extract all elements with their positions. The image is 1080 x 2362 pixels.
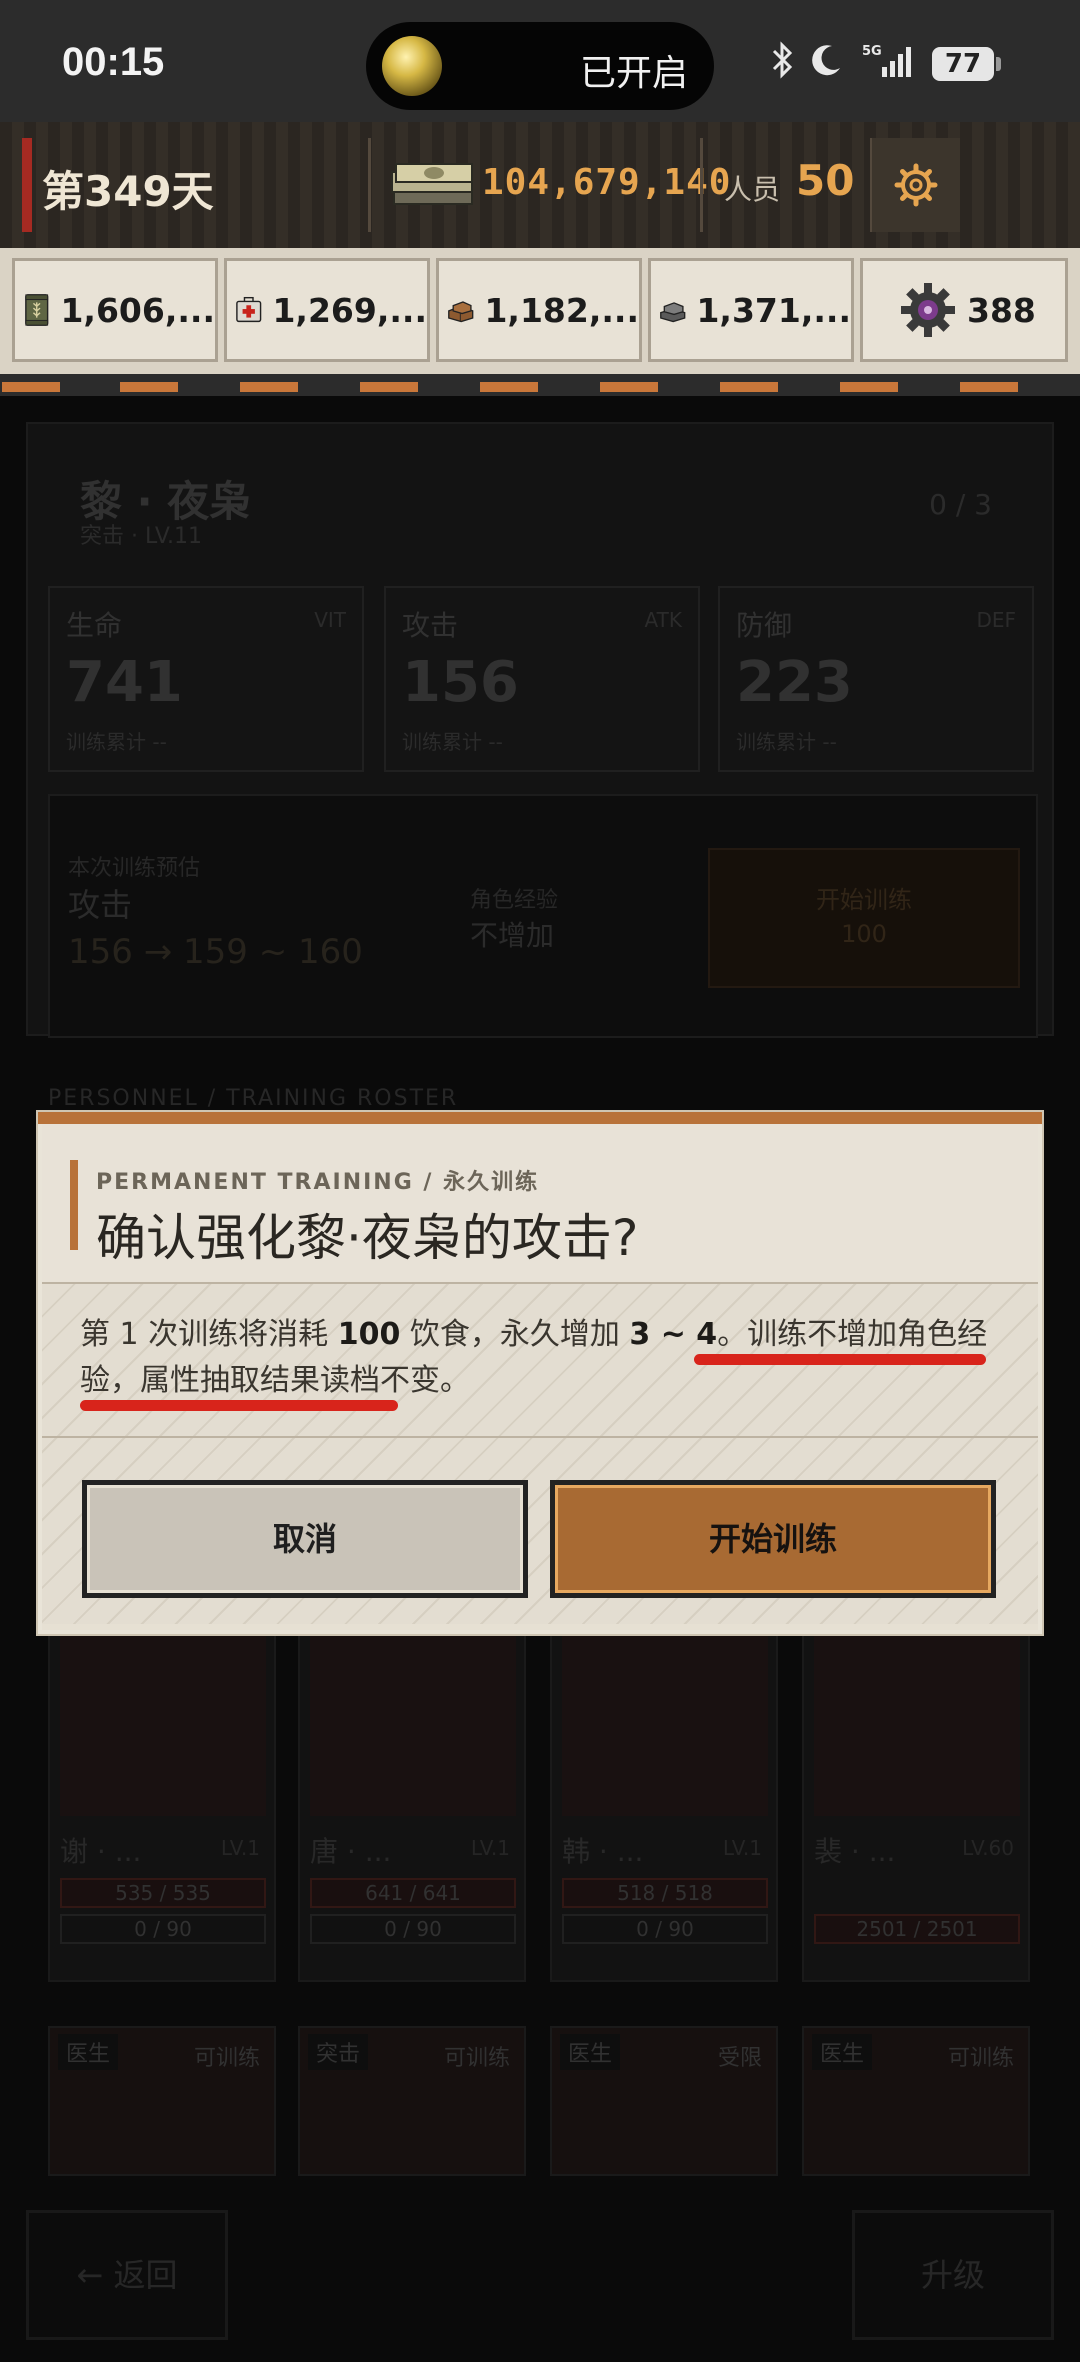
roster-card: 唐 · ... LV.1 641 / 641 0 / 90: [298, 1612, 526, 1982]
roster-card: 医生 可训练: [802, 2026, 1030, 2176]
character-portrait: [60, 1620, 266, 1816]
character-portrait: [814, 1620, 1020, 1816]
dialog-title: 确认强化黎·夜枭的攻击?: [96, 1209, 639, 1267]
gain-range: 3 ~ 4: [629, 1317, 718, 1352]
svg-text:5G: 5G: [862, 44, 882, 59]
status-bar: 00:15 已开启 5G 77: [0, 0, 1080, 122]
dialog-kicker: PERMANENT TRAINING / 永久训练: [96, 1170, 540, 1195]
back-button: ← 返回: [26, 2210, 228, 2340]
character-class-level: 突击 · LV.11: [80, 524, 203, 549]
roster-header: PERSONNEL / TRAINING ROSTER: [48, 1086, 459, 1111]
dialog-top-accent: [38, 1112, 1042, 1124]
resource-medicine-value: 1,269,...: [272, 290, 427, 330]
roster-card: 医生 可训练: [48, 2026, 276, 2176]
settings-button[interactable]: [870, 138, 960, 232]
red-underline-annotation: [80, 1400, 398, 1411]
game-top-bar: 第349天 104,679,140 人员 50: [0, 122, 1080, 248]
roster-card: 谢 · ... LV.1 535 / 535 0 / 90: [48, 1612, 276, 1982]
resource-parts-value: 388: [967, 290, 1036, 330]
resource-metal[interactable]: 1,371,...: [648, 258, 854, 362]
character-portrait: [562, 1620, 768, 1816]
divider: [368, 138, 371, 232]
resource-wood-value: 1,182,...: [484, 290, 639, 330]
metal-icon: [660, 302, 686, 323]
money-value: 104,679,140: [482, 162, 732, 203]
confirm-training-dialog: PERMANENT TRAINING / 永久训练 确认强化黎·夜枭的攻击? 第…: [38, 1112, 1042, 1634]
start-training-button[interactable]: 开始训练: [550, 1480, 996, 1598]
wood-icon: [448, 301, 474, 323]
medkit-icon: [236, 296, 262, 323]
cost-value: 100: [337, 1317, 401, 1352]
character-card: 黎 · 夜枭 突击 · LV.11 0 / 3 生命 VIT 741 训练累计 …: [26, 422, 1054, 1038]
resource-wood[interactable]: 1,182,...: [436, 258, 642, 362]
roster-card: 医生 受限: [550, 2026, 778, 2176]
flashlight-icon: [382, 36, 442, 96]
gear-icon: [894, 163, 938, 207]
stat-hp: 生命 VIT 741 训练累计 --: [48, 586, 364, 772]
training-progress: 0 / 3: [929, 488, 992, 521]
dynamic-island[interactable]: 已开启: [366, 22, 714, 110]
staff-label: 人员: [724, 173, 781, 206]
bg-start-training-button: 开始训练 100: [708, 848, 1020, 988]
status-icons: 5G 77: [770, 40, 1001, 88]
arrow-left-icon: ←: [76, 2256, 114, 2294]
food-can-icon: [25, 294, 49, 326]
day-accent-bar: [22, 138, 32, 232]
divider: [700, 138, 703, 232]
roster-card: 裴 · ... LV.60 2501 / 2501: [802, 1612, 1030, 1982]
stat-defense: 防御 DEF 223 训练累计 --: [718, 586, 1034, 772]
island-status: 已开启: [579, 53, 688, 94]
battery-icon: 77: [932, 47, 1001, 81]
red-underline-annotation: [694, 1354, 986, 1365]
gear-part-icon: [901, 283, 955, 337]
bluetooth-icon: [770, 40, 794, 88]
dialog-body: 第 1 次训练将消耗 100 饮食，永久增加 3 ~ 4。训练不增加角色经验，属…: [42, 1284, 1038, 1624]
resource-metal-value: 1,371,...: [696, 290, 851, 330]
signal-5g-icon: 5G: [858, 41, 918, 88]
dialog-header: PERMANENT TRAINING / 永久训练 确认强化黎·夜枭的攻击?: [42, 1124, 1038, 1284]
status-time: 00:15: [62, 40, 165, 84]
resource-medicine[interactable]: 1,269,...: [224, 258, 430, 362]
stat-attack: 攻击 ATK 156 训练累计 --: [384, 586, 700, 772]
resource-food[interactable]: 1,606,...: [12, 258, 218, 362]
roster-card: 韩 · ... LV.1 518 / 518 0 / 90: [550, 1612, 778, 1982]
staff-count: 50: [796, 156, 855, 205]
battery-level: 77: [932, 47, 994, 81]
roster-card: 突击 可训练: [298, 2026, 526, 2176]
resource-food-value: 1,606,...: [60, 290, 215, 330]
cash-stack-icon: [391, 163, 473, 205]
hazard-stripe: [0, 374, 1080, 396]
day-counter: 第349天: [42, 167, 214, 216]
resource-bar: 1,606,... 1,269,... 1,182,... 1,371,...: [0, 248, 1080, 374]
character-portrait: [310, 1620, 516, 1816]
upgrade-button: 升级: [852, 2210, 1054, 2340]
title-accent-bar: [70, 1160, 78, 1250]
resource-parts[interactable]: 388: [860, 258, 1068, 362]
moon-icon: [808, 42, 844, 87]
training-preview-panel: 本次训练预估 攻击 156 → 159 ~ 160 角色经验 不增加 开始训练 …: [48, 794, 1038, 1038]
cancel-button[interactable]: 取消: [82, 1480, 528, 1598]
dialog-divider: [42, 1436, 1038, 1438]
